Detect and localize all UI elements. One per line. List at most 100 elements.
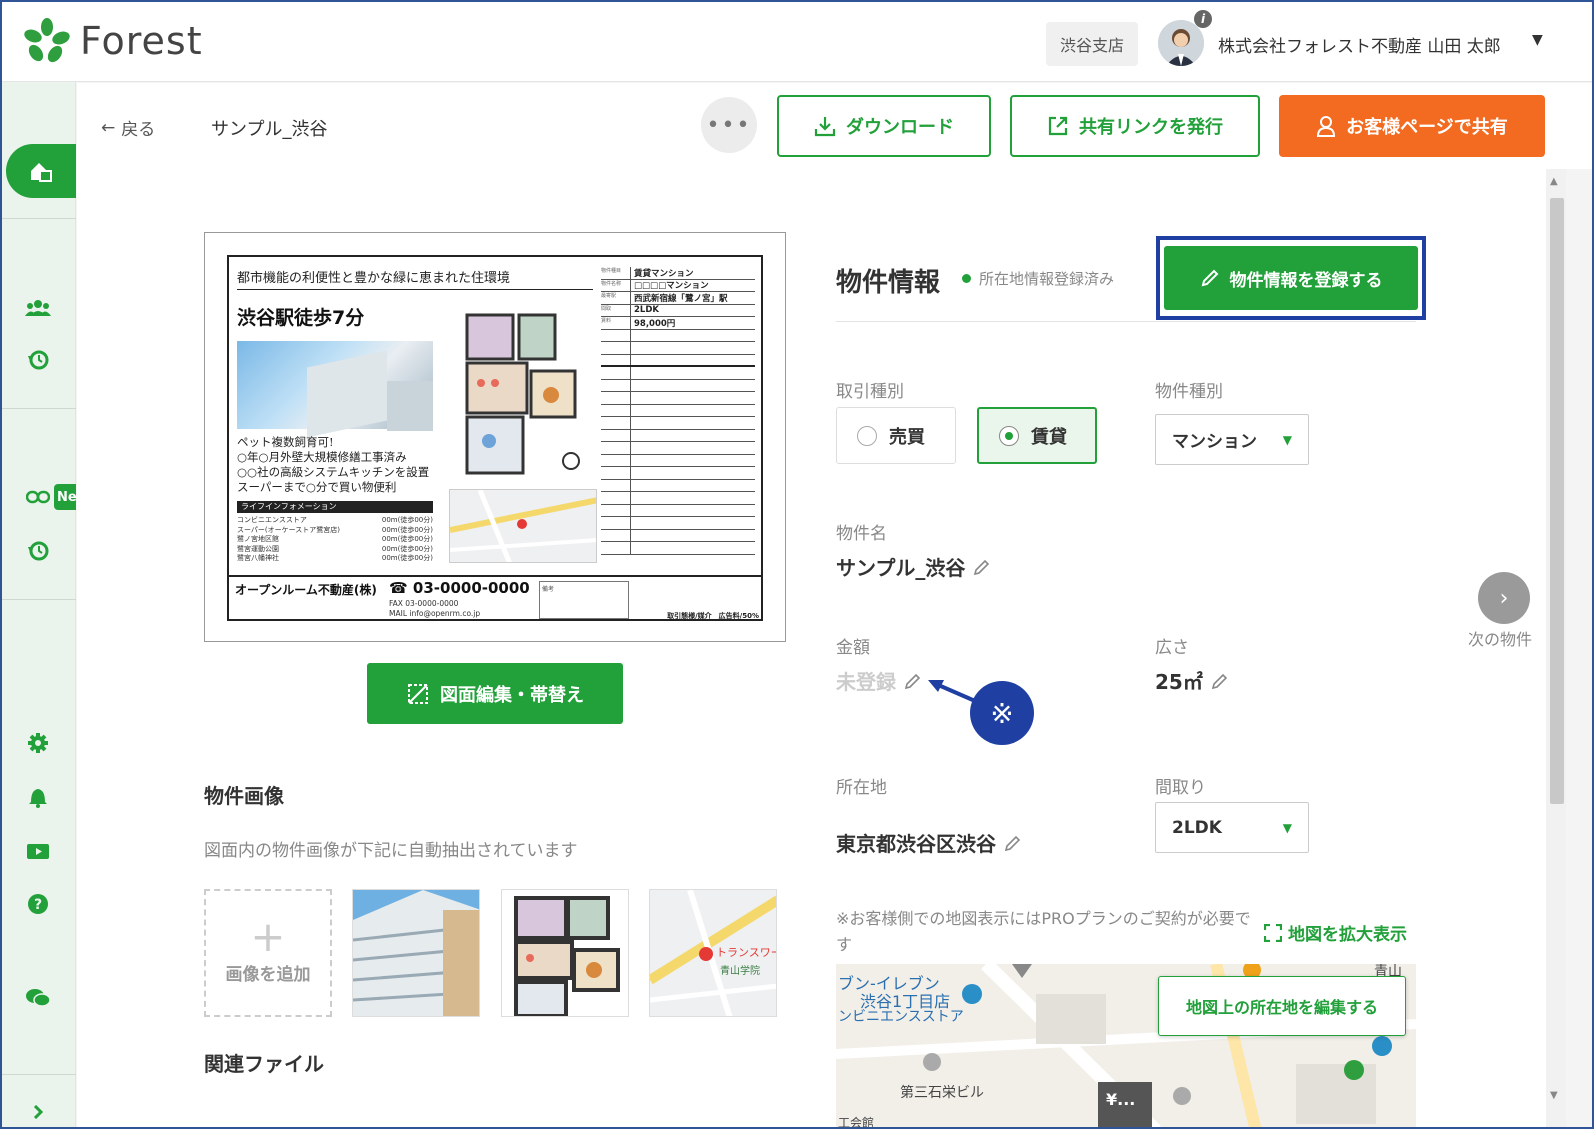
- register-property-button[interactable]: 物件情報を登録する: [1164, 246, 1418, 310]
- address-label: 所在地: [836, 778, 887, 798]
- image-thumbnail-map[interactable]: トランスワーク青山学院: [649, 889, 777, 1017]
- pencil-icon[interactable]: [1004, 834, 1022, 852]
- sidebar-item-properties[interactable]: [6, 144, 76, 198]
- pencil-icon[interactable]: [1211, 672, 1229, 690]
- sidebar: Ne ?: [2, 82, 76, 1127]
- images-section-title: 物件画像: [204, 784, 284, 808]
- property-kind-select[interactable]: マンション ▼: [1155, 414, 1309, 465]
- caret-down-icon: ▼: [1282, 432, 1292, 447]
- edit-map-location-button[interactable]: 地図上の所在地を編集する: [1158, 976, 1406, 1036]
- svg-text:トランスワーク: トランスワーク: [716, 946, 777, 959]
- scroll-down-icon[interactable]: ▼: [1550, 1090, 1558, 1101]
- map-note: ※お客様側での地図表示にはPROプランのご契約が必要です: [836, 909, 1251, 954]
- scroll-up-icon[interactable]: ▲: [1550, 176, 1558, 187]
- svg-text:?: ?: [34, 897, 42, 913]
- status-badge: 所在地情報登録済み: [962, 268, 1114, 289]
- chevron-right-icon[interactable]: [24, 1098, 52, 1126]
- back-label: 戻る: [121, 120, 156, 140]
- app-window: Forest 渋谷支店 i 株式会社フォレスト不動産 山田 太郎 ▼ Ne ? …: [0, 0, 1594, 1129]
- logo-text: Forest: [80, 19, 203, 63]
- arrow-left-icon: ←: [101, 117, 116, 138]
- customer-share-button[interactable]: お客様ページで共有: [1279, 95, 1545, 157]
- back-link[interactable]: ← 戻る: [101, 115, 156, 141]
- flyer-point: ペット複数飼育可!: [237, 435, 334, 449]
- chat-icon[interactable]: [24, 984, 52, 1012]
- flyer-headline: 都市機能の利便性と豊かな緑に恵まれた住環境: [237, 271, 511, 286]
- caret-down-icon[interactable]: ▼: [1532, 32, 1543, 48]
- map-label: ンビニエンスストア: [838, 1009, 964, 1025]
- deal-type-rent-radio[interactable]: 賃貸: [977, 407, 1097, 464]
- area-value[interactable]: 25㎡: [1155, 666, 1229, 695]
- flyer-preview[interactable]: 都市機能の利便性と豊かな緑に恵まれた住環境 渋谷駅徒歩7分 ペット複数飼育可! …: [204, 232, 786, 642]
- link-icon[interactable]: [24, 483, 52, 511]
- property-kind-label: 物件種別: [1155, 382, 1223, 402]
- branch-badge[interactable]: 渋谷支店: [1046, 22, 1138, 66]
- edit-drawing-button[interactable]: 図面編集・帯替え: [367, 663, 623, 724]
- flyer-point: スーパーまで○分で買い物便利: [237, 480, 397, 494]
- files-section-title: 関連ファイル: [204, 1052, 324, 1076]
- flyer-life-list: コンビニエンスストア 00m(徒歩00分) スーパー(オーケーストア鷺宮店) 00m…: [237, 516, 433, 564]
- flyer-point: ○○社の高級システムキッチンを設置: [237, 465, 430, 479]
- flyer-map: [449, 489, 597, 563]
- user-name[interactable]: 株式会社フォレスト不動産 山田 太郎: [1218, 32, 1501, 57]
- customer-share-label: お客様ページで共有: [1346, 117, 1508, 138]
- plus-icon: +: [250, 911, 286, 961]
- flyer-life-row: スーパー(オーケーストア鷺宮店) 00m(徒歩00分): [237, 525, 433, 534]
- people-icon[interactable]: [24, 294, 52, 322]
- status-label: 所在地情報登録済み: [979, 270, 1115, 288]
- video-icon[interactable]: [24, 837, 52, 865]
- flyer-spec-table: 物件種目 賃貸マンション 物件名称 □□□□マンション 最寄駅 西武新宿線「鷺ノ宮」駅…: [601, 267, 755, 555]
- add-image-button[interactable]: + 画像を追加: [204, 889, 332, 1017]
- flyer-life-row: 鷺宮八幡神社 00m(徒歩00分): [237, 554, 433, 562]
- sidebar-divider: [2, 218, 76, 219]
- radio-label: 売買: [889, 426, 925, 448]
- flyer-life-row: コンビニエンスストア 00m(徒歩00分): [237, 516, 433, 524]
- address-value[interactable]: 東京都渋谷区渋谷: [836, 828, 1022, 857]
- logo[interactable]: Forest: [24, 18, 203, 64]
- pencil-icon[interactable]: [904, 672, 922, 690]
- area-text: 25㎡: [1155, 670, 1203, 694]
- flyer-biko: 備考: [539, 581, 629, 619]
- help-icon[interactable]: ?: [24, 890, 52, 918]
- download-icon: [814, 117, 836, 137]
- gear-icon[interactable]: [24, 729, 52, 757]
- divider: [836, 321, 1416, 322]
- map-label: 工会館: [838, 1116, 875, 1129]
- flyer-ad-fee: 取引態様/媒介 広告料/50%: [667, 612, 759, 620]
- history-icon[interactable]: [24, 346, 52, 374]
- map-expand-link[interactable]: 地図を拡大表示: [1264, 920, 1407, 945]
- svg-text:青山学院: 青山学院: [720, 964, 760, 977]
- register-property-label: 物件情報を登録する: [1229, 270, 1383, 291]
- scrollbar-thumb[interactable]: [1550, 198, 1564, 804]
- select-value: 2LDK: [1172, 817, 1222, 838]
- price-value[interactable]: 未登録: [836, 666, 922, 695]
- layout-select[interactable]: 2LDK ▼: [1155, 802, 1309, 853]
- images-section-desc: 図面内の物件画像が下記に自動抽出されています: [204, 841, 578, 861]
- layout-label: 間取り: [1155, 778, 1206, 798]
- pencil-icon[interactable]: [973, 558, 991, 576]
- flyer-rule: [237, 289, 593, 290]
- image-thumbnail-building[interactable]: [352, 889, 480, 1017]
- history-icon[interactable]: [24, 537, 52, 565]
- area-label: 広さ: [1155, 638, 1189, 658]
- map-label: ¥...: [1106, 1090, 1136, 1109]
- radio-circle: [999, 425, 1019, 446]
- bell-icon[interactable]: [24, 783, 52, 811]
- more-button[interactable]: •••: [701, 97, 757, 153]
- flyer-building-photo: [237, 341, 433, 438]
- download-button[interactable]: ダウンロード: [777, 95, 991, 157]
- status-dot: [962, 274, 971, 283]
- deal-type-sale-radio[interactable]: 売買: [836, 407, 956, 464]
- forest-leaf-icon: [24, 18, 70, 63]
- flyer-life-row: 鷺ノ宮地区館 00m(徒歩00分): [237, 535, 433, 543]
- flyer-frame: 都市機能の利便性と豊かな緑に恵まれた住環境 渋谷駅徒歩7分 ペット複数飼育可! …: [227, 255, 763, 621]
- note-mark-badge: ※: [970, 681, 1034, 745]
- property-name-value[interactable]: サンプル_渋谷: [836, 552, 991, 581]
- info-icon[interactable]: i: [1194, 10, 1212, 28]
- next-property-button[interactable]: ›: [1478, 572, 1530, 624]
- image-thumbnail-floorplan[interactable]: [501, 889, 629, 1017]
- share-link-button[interactable]: 共有リンクを発行: [1010, 95, 1260, 157]
- floor-plan-image: [465, 313, 580, 475]
- avatar[interactable]: [1158, 20, 1204, 66]
- price-text: 未登録: [836, 670, 896, 694]
